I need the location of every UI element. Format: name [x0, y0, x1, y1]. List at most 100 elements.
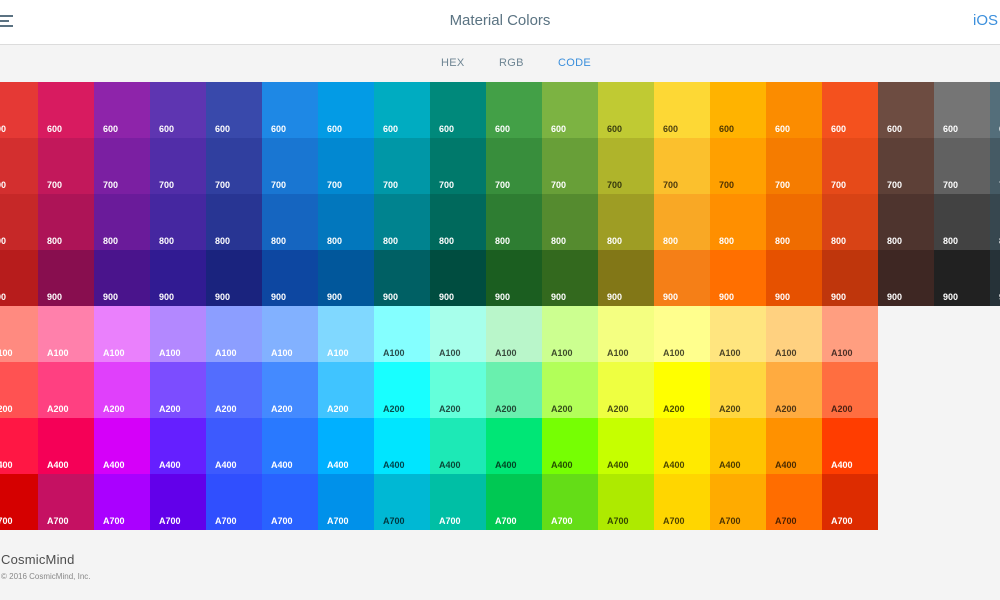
swatch-teal-a400[interactable]: A400 — [430, 418, 486, 474]
swatch-cyan-a100[interactable]: A100 — [374, 306, 430, 362]
swatch-orange-a700[interactable]: A700 — [766, 474, 822, 530]
swatch-purple-a700[interactable]: A700 — [94, 474, 150, 530]
swatch-deep-purple-900[interactable]: 900 — [150, 250, 206, 306]
tab-code[interactable]: CODE — [558, 57, 591, 69]
swatch-pink-a100[interactable]: A100 — [38, 306, 94, 362]
swatch-pink-900[interactable]: 900 — [38, 250, 94, 306]
swatch-green-a200[interactable]: A200 — [486, 362, 542, 418]
swatch-lime-900[interactable]: 900 — [598, 250, 654, 306]
swatch-amber-800[interactable]: 800 — [710, 194, 766, 250]
swatch-teal-600[interactable]: 600 — [430, 82, 486, 138]
swatch-grey-600[interactable]: 600 — [934, 82, 990, 138]
swatch-deep-orange-a700[interactable]: A700 — [822, 474, 878, 530]
swatch-deep-orange-a100[interactable]: A100 — [822, 306, 878, 362]
swatch-green-700[interactable]: 700 — [486, 138, 542, 194]
swatch-light-blue-a700[interactable]: A700 — [318, 474, 374, 530]
swatch-deep-orange-600[interactable]: 600 — [822, 82, 878, 138]
swatch-light-green-900[interactable]: 900 — [542, 250, 598, 306]
swatch-pink-600[interactable]: 600 — [38, 82, 94, 138]
swatch-red-a200[interactable]: A200 — [0, 362, 38, 418]
swatch-light-green-600[interactable]: 600 — [542, 82, 598, 138]
swatch-grey-800[interactable]: 800 — [934, 194, 990, 250]
swatch-orange-700[interactable]: 700 — [766, 138, 822, 194]
swatch-blue-grey-700[interactable]: 700 — [990, 138, 1000, 194]
swatch-lime-800[interactable]: 800 — [598, 194, 654, 250]
swatch-light-blue-a400[interactable]: A400 — [318, 418, 374, 474]
swatch-indigo-a100[interactable]: A100 — [206, 306, 262, 362]
swatch-deep-purple-600[interactable]: 600 — [150, 82, 206, 138]
swatch-light-green-800[interactable]: 800 — [542, 194, 598, 250]
swatch-blue-600[interactable]: 600 — [262, 82, 318, 138]
swatch-red-900[interactable]: 900 — [0, 250, 38, 306]
swatch-light-blue-900[interactable]: 900 — [318, 250, 374, 306]
swatch-yellow-800[interactable]: 800 — [654, 194, 710, 250]
swatch-green-900[interactable]: 900 — [486, 250, 542, 306]
swatch-blue-grey-800[interactable]: 800 — [990, 194, 1000, 250]
swatch-cyan-800[interactable]: 800 — [374, 194, 430, 250]
swatch-grey-900[interactable]: 900 — [934, 250, 990, 306]
swatch-deep-purple-800[interactable]: 800 — [150, 194, 206, 250]
swatch-teal-a200[interactable]: A200 — [430, 362, 486, 418]
swatch-pink-a400[interactable]: A400 — [38, 418, 94, 474]
swatch-yellow-600[interactable]: 600 — [654, 82, 710, 138]
swatch-blue-a400[interactable]: A400 — [262, 418, 318, 474]
swatch-pink-800[interactable]: 800 — [38, 194, 94, 250]
swatch-yellow-a400[interactable]: A400 — [654, 418, 710, 474]
swatch-brown-800[interactable]: 800 — [878, 194, 934, 250]
swatch-cyan-a700[interactable]: A700 — [374, 474, 430, 530]
swatch-deep-purple-700[interactable]: 700 — [150, 138, 206, 194]
swatch-deep-orange-900[interactable]: 900 — [822, 250, 878, 306]
swatch-brown-600[interactable]: 600 — [878, 82, 934, 138]
swatch-indigo-900[interactable]: 900 — [206, 250, 262, 306]
swatch-purple-a100[interactable]: A100 — [94, 306, 150, 362]
swatch-orange-a200[interactable]: A200 — [766, 362, 822, 418]
swatch-red-800[interactable]: 800 — [0, 194, 38, 250]
swatch-green-600[interactable]: 600 — [486, 82, 542, 138]
tab-rgb[interactable]: RGB — [499, 57, 524, 69]
swatch-deep-purple-a100[interactable]: A100 — [150, 306, 206, 362]
swatch-brown-900[interactable]: 900 — [878, 250, 934, 306]
swatch-orange-a100[interactable]: A100 — [766, 306, 822, 362]
swatch-deep-orange-a400[interactable]: A400 — [822, 418, 878, 474]
swatch-pink-a200[interactable]: A200 — [38, 362, 94, 418]
swatch-light-green-a100[interactable]: A100 — [542, 306, 598, 362]
swatch-blue-grey-600[interactable]: 600 — [990, 82, 1000, 138]
swatch-deep-purple-a200[interactable]: A200 — [150, 362, 206, 418]
swatch-orange-900[interactable]: 900 — [766, 250, 822, 306]
swatch-light-blue-800[interactable]: 800 — [318, 194, 374, 250]
swatch-cyan-600[interactable]: 600 — [374, 82, 430, 138]
tab-hex[interactable]: HEX — [441, 57, 465, 69]
swatch-green-a100[interactable]: A100 — [486, 306, 542, 362]
swatch-lime-a200[interactable]: A200 — [598, 362, 654, 418]
swatch-light-blue-a200[interactable]: A200 — [318, 362, 374, 418]
swatch-light-blue-a100[interactable]: A100 — [318, 306, 374, 362]
swatch-indigo-a200[interactable]: A200 — [206, 362, 262, 418]
swatch-blue-grey-900[interactable]: 900 — [990, 250, 1000, 306]
swatch-teal-a700[interactable]: A700 — [430, 474, 486, 530]
swatch-blue-800[interactable]: 800 — [262, 194, 318, 250]
swatch-teal-a100[interactable]: A100 — [430, 306, 486, 362]
swatch-grey-700[interactable]: 700 — [934, 138, 990, 194]
swatch-blue-700[interactable]: 700 — [262, 138, 318, 194]
swatch-amber-a100[interactable]: A100 — [710, 306, 766, 362]
swatch-indigo-600[interactable]: 600 — [206, 82, 262, 138]
swatch-yellow-a700[interactable]: A700 — [654, 474, 710, 530]
swatch-blue-a200[interactable]: A200 — [262, 362, 318, 418]
swatch-red-a700[interactable]: A700 — [0, 474, 38, 530]
swatch-light-green-a700[interactable]: A700 — [542, 474, 598, 530]
swatch-blue-a700[interactable]: A700 — [262, 474, 318, 530]
swatch-orange-a400[interactable]: A400 — [766, 418, 822, 474]
swatch-red-700[interactable]: 700 — [0, 138, 38, 194]
swatch-amber-600[interactable]: 600 — [710, 82, 766, 138]
swatch-purple-800[interactable]: 800 — [94, 194, 150, 250]
ios-link[interactable]: iOS — [973, 12, 998, 29]
swatch-red-a100[interactable]: A100 — [0, 306, 38, 362]
swatch-deep-purple-a700[interactable]: A700 — [150, 474, 206, 530]
swatch-purple-900[interactable]: 900 — [94, 250, 150, 306]
swatch-light-blue-600[interactable]: 600 — [318, 82, 374, 138]
swatch-lime-a100[interactable]: A100 — [598, 306, 654, 362]
swatch-blue-a100[interactable]: A100 — [262, 306, 318, 362]
swatch-cyan-a200[interactable]: A200 — [374, 362, 430, 418]
swatch-red-600[interactable]: 600 — [0, 82, 38, 138]
swatch-orange-800[interactable]: 800 — [766, 194, 822, 250]
